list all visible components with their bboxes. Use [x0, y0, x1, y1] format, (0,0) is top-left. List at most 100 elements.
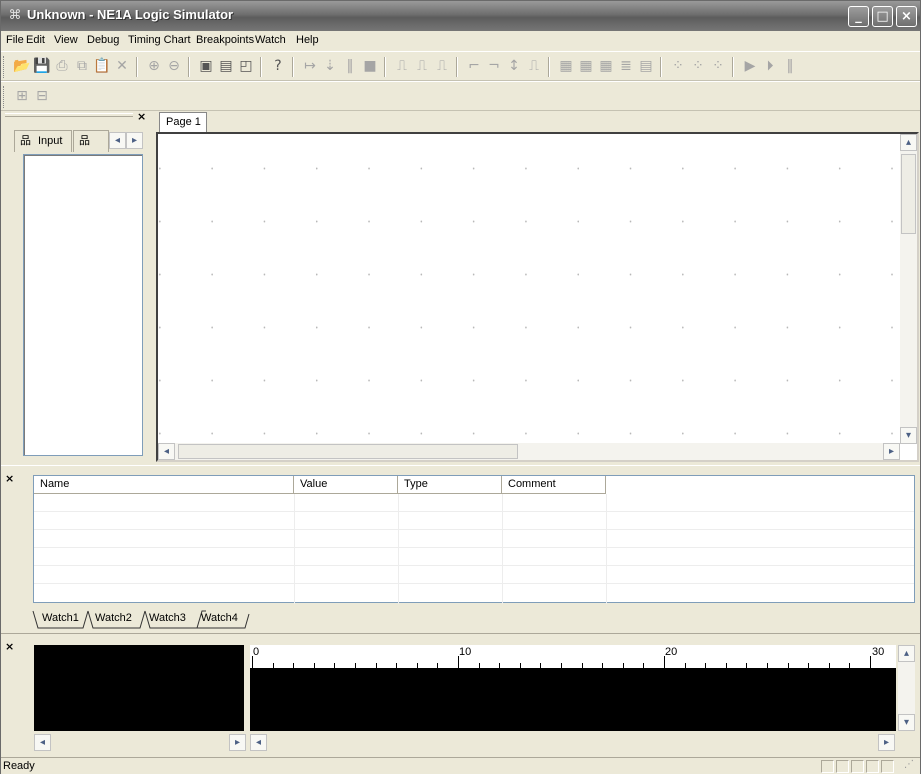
- title-bar[interactable]: ⌘ Unknown - NE1A Logic Simulator _ □ ×: [1, 1, 920, 31]
- table-row[interactable]: [34, 530, 914, 548]
- canvas-vertical-scrollbar[interactable]: ▴ ▾: [900, 134, 917, 444]
- scroll-left-button[interactable]: ◂: [158, 443, 175, 460]
- bp-set-icon[interactable]: ▦: [557, 57, 575, 75]
- column-header-type[interactable]: Type: [398, 476, 502, 494]
- panel-toggle-icon[interactable]: ▣: [197, 57, 215, 75]
- menu-view[interactable]: View: [54, 34, 78, 46]
- toolbar-grip[interactable]: [3, 56, 6, 78]
- help-icon[interactable]: ?: [269, 57, 287, 75]
- canvas-grid: [158, 134, 900, 444]
- watch-table[interactable]: Name Value Type Comment: [33, 475, 915, 604]
- pause-run-icon[interactable]: ‖: [781, 57, 799, 75]
- device-icon[interactable]: ⊟: [33, 87, 51, 105]
- scroll-thumb[interactable]: [178, 444, 518, 459]
- scroll-down-button[interactable]: ▾: [898, 714, 915, 731]
- table-row[interactable]: [34, 512, 914, 530]
- pause-icon[interactable]: ‖: [341, 57, 359, 75]
- menu-breakpoints[interactable]: Breakpoints: [196, 34, 254, 46]
- minimize-button[interactable]: _: [848, 6, 869, 27]
- timing-vertical-scrollbar[interactable]: ▴ ▾: [898, 645, 915, 731]
- watch-remove-icon[interactable]: ⁘: [689, 57, 707, 75]
- pane-caption[interactable]: [5, 113, 133, 117]
- save-icon[interactable]: 💾: [33, 57, 51, 75]
- close-button[interactable]: ×: [896, 6, 917, 27]
- zoom-in-icon[interactable]: ⊕: [145, 57, 163, 75]
- close-icon[interactable]: ×: [5, 472, 14, 485]
- menu-timing-chart[interactable]: Timing Chart: [128, 34, 191, 46]
- tab-scroll-right-button[interactable]: ▸: [126, 132, 143, 149]
- column-header-comment[interactable]: Comment: [502, 476, 606, 494]
- timing-chart[interactable]: 0 10 20 30: [250, 645, 896, 731]
- tab-watch1[interactable]: Watch1: [42, 610, 79, 628]
- table-row[interactable]: [34, 566, 914, 584]
- delete-icon[interactable]: ✕: [113, 57, 131, 75]
- tab-page-1[interactable]: Page 1: [159, 112, 207, 132]
- logic-canvas[interactable]: ▴ ▾ ◂ ▸: [156, 132, 919, 462]
- signal-low-icon[interactable]: ¬: [485, 57, 503, 75]
- tab-watch2[interactable]: Watch2: [95, 610, 132, 628]
- edge-fall-icon[interactable]: ⎍: [413, 57, 431, 75]
- canvas-horizontal-scrollbar[interactable]: ◂ ▸: [158, 443, 900, 460]
- bp-export-icon[interactable]: ▤: [637, 57, 655, 75]
- stop-icon[interactable]: ■: [361, 57, 379, 75]
- table-row[interactable]: [34, 494, 914, 512]
- scroll-left-button[interactable]: ◂: [34, 734, 51, 751]
- tab-input[interactable]: 品 Input: [14, 130, 72, 152]
- copy-icon[interactable]: ⧉: [73, 57, 91, 75]
- open-icon[interactable]: 📂: [13, 57, 31, 75]
- close-icon[interactable]: ×: [137, 110, 146, 123]
- scroll-right-button[interactable]: ▸: [229, 734, 246, 751]
- resize-grip-icon[interactable]: ⋰: [904, 759, 914, 770]
- menu-edit[interactable]: Edit: [26, 34, 45, 46]
- tab-scroll-left-button[interactable]: ◂: [109, 132, 126, 149]
- maximize-button[interactable]: □: [872, 6, 893, 27]
- scroll-right-button[interactable]: ▸: [883, 443, 900, 460]
- ruler-label: 20: [665, 646, 678, 658]
- monitor-icon[interactable]: ⊞: [13, 87, 31, 105]
- signal-toggle-icon[interactable]: ↕: [505, 57, 523, 75]
- signal-pulse-icon[interactable]: ⎍: [525, 57, 543, 75]
- input-list[interactable]: [23, 154, 143, 456]
- column-header-name[interactable]: Name: [34, 476, 294, 494]
- status-bar: Ready ⋰: [1, 757, 920, 774]
- app-icon[interactable]: ⌘: [7, 8, 23, 24]
- menu-watch[interactable]: Watch: [255, 34, 286, 46]
- scroll-up-button[interactable]: ▴: [900, 134, 917, 151]
- paste-icon[interactable]: 📋: [93, 57, 111, 75]
- bp-clear-icon[interactable]: ▦: [577, 57, 595, 75]
- scroll-down-button[interactable]: ▾: [900, 427, 917, 444]
- scroll-right-button[interactable]: ▸: [878, 734, 895, 751]
- scroll-thumb[interactable]: [901, 154, 916, 234]
- ruler-tick: [828, 663, 830, 668]
- watch-add-icon[interactable]: ⁘: [669, 57, 687, 75]
- timing-window-icon[interactable]: ◰: [237, 57, 255, 75]
- menu-debug[interactable]: Debug: [87, 34, 119, 46]
- zoom-out-icon[interactable]: ⊖: [165, 57, 183, 75]
- watch-window-icon[interactable]: ▤: [217, 57, 235, 75]
- step-in-icon[interactable]: ↦: [301, 57, 319, 75]
- scroll-up-button[interactable]: ▴: [898, 645, 915, 662]
- bp-toggle-icon[interactable]: ▦: [597, 57, 615, 75]
- bp-list-icon[interactable]: ≣: [617, 57, 635, 75]
- timing-signal-list[interactable]: [34, 645, 244, 731]
- scroll-left-button[interactable]: ◂: [250, 734, 267, 751]
- tab-watch4[interactable]: Watch4: [201, 610, 238, 628]
- step-icon[interactable]: ⏵: [761, 57, 779, 75]
- close-icon[interactable]: ×: [5, 640, 14, 653]
- menu-file[interactable]: File: [6, 34, 24, 46]
- watch-clear-icon[interactable]: ⁘: [709, 57, 727, 75]
- run-icon[interactable]: ▶: [741, 57, 759, 75]
- column-header-value[interactable]: Value: [294, 476, 398, 494]
- tab-watch3[interactable]: Watch3: [149, 610, 186, 628]
- edge-both-icon[interactable]: ⎍: [433, 57, 451, 75]
- step-run-icon[interactable]: ⇣: [321, 57, 339, 75]
- menu-help[interactable]: Help: [296, 34, 319, 46]
- toolbar-grip[interactable]: [3, 86, 6, 108]
- table-row[interactable]: [34, 584, 914, 602]
- signal-high-icon[interactable]: ⌐: [465, 57, 483, 75]
- tab-output[interactable]: 品: [73, 130, 109, 152]
- toolbar-separator: [732, 57, 734, 77]
- table-row[interactable]: [34, 548, 914, 566]
- edge-rise-icon[interactable]: ⎍: [393, 57, 411, 75]
- print-icon[interactable]: ⎙: [53, 57, 71, 75]
